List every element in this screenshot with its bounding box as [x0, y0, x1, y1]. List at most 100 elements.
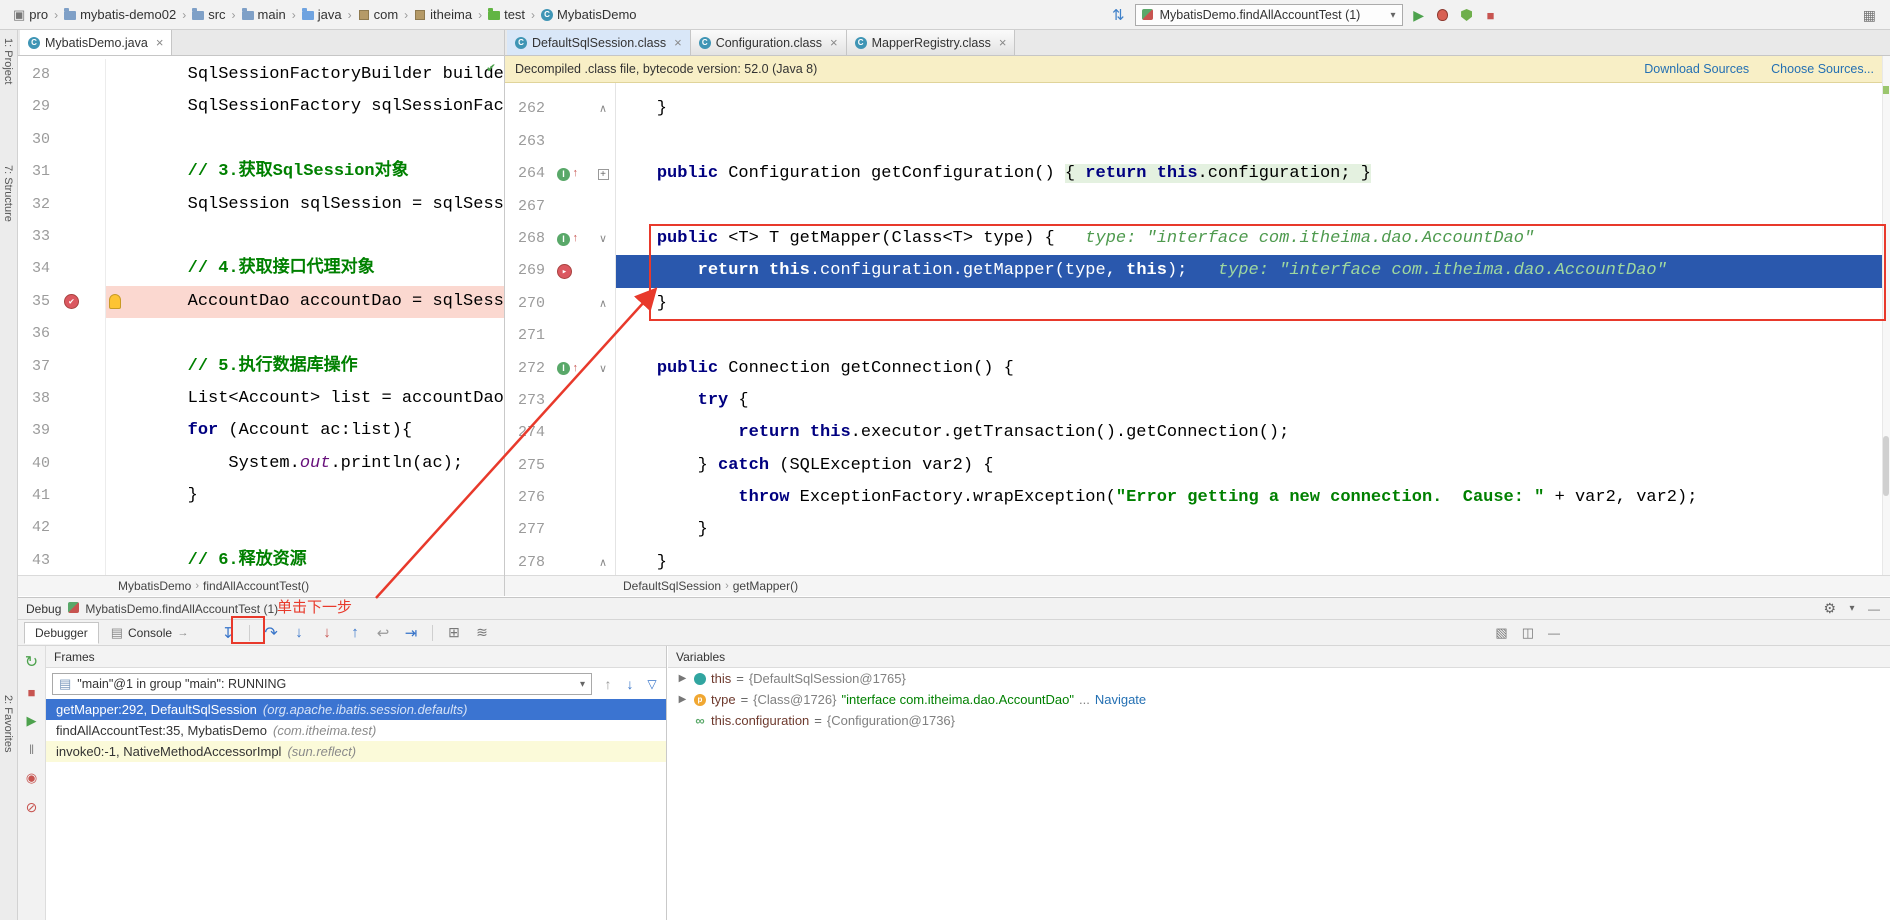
rerun-icon[interactable]: ↻ [25, 652, 38, 672]
breadcrumb-item-src[interactable]: src [189, 5, 228, 24]
override-up-arrow-icon[interactable]: ↑ [572, 223, 579, 255]
code-text[interactable]: for (Account ac:list){ [106, 415, 504, 447]
line-number[interactable]: 39 [18, 415, 58, 447]
code-text[interactable]: try { [616, 385, 1890, 417]
expand-chevron-icon[interactable]: ▶ [676, 694, 689, 705]
line-number[interactable]: 40 [18, 448, 58, 480]
up-icon[interactable]: ↑ [602, 676, 614, 692]
step-into-icon-button[interactable]: ↓ [286, 622, 312, 644]
expand-chevron-icon[interactable]: ▶ [676, 673, 689, 684]
breadcrumb-item-main[interactable]: main [239, 5, 289, 24]
override-up-arrow-icon[interactable]: ↑ [572, 353, 579, 385]
line-number[interactable]: 275 [505, 450, 553, 482]
line-number[interactable]: 34 [18, 253, 58, 285]
code-text[interactable] [106, 512, 504, 544]
debug-icon[interactable] [1437, 9, 1449, 21]
code-text[interactable]: return this.configuration.getMapper(type… [616, 255, 1890, 288]
tool-window-button-Structure[interactable]: 7: Structure [2, 165, 14, 222]
tab-close-icon[interactable]: × [674, 35, 682, 50]
fold-marker[interactable]: + [591, 158, 616, 191]
code-text[interactable]: } [106, 480, 504, 512]
line-number[interactable]: 29 [18, 91, 58, 123]
line-number[interactable]: 36 [18, 318, 58, 350]
fold-marker[interactable] [591, 255, 616, 288]
editor-splitter[interactable] [504, 30, 505, 596]
settings-gear-icon[interactable]: ⚙ [1823, 600, 1836, 617]
code-text[interactable] [616, 191, 1890, 223]
left-editor[interactable]: 28 SqlSessionFactoryBuilder builder = ne… [18, 56, 504, 575]
breadcrumb-item-pro[interactable]: ▣ pro [10, 5, 51, 25]
fold-marker[interactable] [591, 384, 616, 418]
code-text[interactable]: public <T> T getMapper(Class<T> type) { … [616, 223, 1890, 255]
line-number[interactable]: 35 [18, 286, 58, 318]
code-text[interactable]: AccountDao accountDao = sqlSession.getMa… [106, 285, 504, 319]
step-out-icon-button[interactable]: ↑ [342, 622, 368, 644]
fold-marker[interactable] [591, 125, 616, 159]
breadcrumb-item-test[interactable]: test [485, 5, 528, 24]
tool-window-button-Favorites[interactable]: 2: Favorites [2, 695, 14, 752]
show-execution-point-icon[interactable]: ↧ [222, 624, 235, 642]
implement-marker-icon[interactable]: I [557, 167, 570, 181]
down-icon[interactable]: ↓ [624, 676, 636, 692]
line-number[interactable]: 263 [505, 126, 553, 158]
code-text[interactable]: SqlSessionFactoryBuilder builder = new S… [106, 59, 504, 91]
code-text[interactable]: List<Account> list = accountDao.findAll(… [106, 383, 504, 415]
fold-marker[interactable]: ∧ [591, 287, 616, 321]
line-number[interactable]: 271 [505, 320, 553, 352]
tool-windows-icon[interactable]: ▦ [1863, 7, 1876, 24]
code-text[interactable]: } [616, 514, 1890, 546]
coverage-icon[interactable] [1461, 9, 1473, 21]
fold-marker[interactable]: ∨ [591, 222, 616, 256]
code-text[interactable] [106, 318, 504, 350]
fold-marker[interactable] [591, 320, 616, 353]
fold-marker[interactable] [591, 449, 616, 483]
line-number[interactable]: 28 [18, 59, 58, 91]
chevron-down-icon[interactable]: ▾ [1846, 603, 1858, 614]
line-number[interactable]: 272 [505, 353, 553, 385]
frame-row[interactable]: invoke0:-1, NativeMethodAccessorImpl (sun… [46, 741, 666, 762]
filter-icon[interactable]: ▽ [646, 677, 658, 691]
force-step-into-icon-button[interactable]: ↓ [314, 622, 340, 644]
fold-marker[interactable] [591, 190, 616, 223]
scrollbar-thumb[interactable] [1883, 436, 1889, 496]
tab-close-icon[interactable]: × [156, 35, 164, 50]
variable-row[interactable]: ▶ this = {DefaultSqlSession@1765} [668, 668, 1890, 689]
code-text[interactable]: SqlSessionFactory sqlSessionFactory = bu… [106, 91, 504, 123]
run-to-cursor-icon-button[interactable]: ⇥ [398, 622, 424, 644]
debug-tab-console[interactable]: ▤ Console → [101, 622, 199, 644]
fold-marker[interactable] [591, 417, 616, 450]
line-number[interactable]: 37 [18, 351, 58, 383]
breadcrumb-item-com[interactable]: com [355, 5, 402, 24]
trace-stream-icon[interactable]: ≋ [476, 624, 488, 641]
evaluate-expression-icon[interactable]: ⊞ [448, 624, 460, 641]
thread-selector[interactable]: ▤ "main"@1 in group "main": RUNNING ▾ [52, 673, 592, 695]
mute-breakpoints-icon[interactable]: ⊘ [26, 799, 38, 816]
breadcrumb-item-MybatisDemo[interactable]: MybatisDemo [118, 579, 191, 593]
line-number[interactable]: 41 [18, 480, 58, 512]
line-number[interactable]: 269 [505, 255, 553, 287]
code-text[interactable]: } [616, 93, 1890, 125]
fold-marker[interactable]: ∨ [591, 352, 616, 385]
intention-bulb-icon[interactable] [109, 293, 121, 309]
line-number[interactable]: 278 [505, 547, 553, 575]
tab-DefaultSqlSession.class[interactable]: C DefaultSqlSession.class × [507, 30, 691, 55]
navigate-link[interactable]: Navigate [1095, 692, 1146, 707]
trace-stream-icon-button[interactable]: ≋ [469, 622, 495, 644]
run-config-selector[interactable]: MybatisDemo.findAllAccountTest (1) ▾ [1134, 4, 1403, 26]
fold-marker[interactable] [591, 482, 616, 515]
tab-Configuration.class[interactable]: C Configuration.class × [690, 30, 847, 55]
hide-icon[interactable]: — [1548, 626, 1560, 640]
stop-icon[interactable]: ■ [26, 685, 38, 700]
breadcrumb-item-getMapper()[interactable]: getMapper() [733, 579, 798, 593]
sort-icon[interactable]: ⇅ [1112, 6, 1125, 24]
override-up-arrow-icon[interactable]: ↑ [572, 158, 579, 190]
code-text[interactable]: public Configuration getConfiguration() … [616, 158, 1890, 190]
line-number[interactable]: 276 [505, 482, 553, 514]
pin-icon[interactable]: ◫ [1522, 625, 1534, 641]
variable-row[interactable]: ▶ p type = {Class@1726} "interface com.ithei… [668, 689, 1890, 710]
line-number[interactable]: 262 [505, 93, 553, 125]
breadcrumb-item-itheima[interactable]: itheima [411, 5, 475, 24]
code-text[interactable] [106, 221, 504, 253]
editor-scrollbar[interactable] [1882, 56, 1890, 575]
line-number[interactable]: 42 [18, 512, 58, 544]
